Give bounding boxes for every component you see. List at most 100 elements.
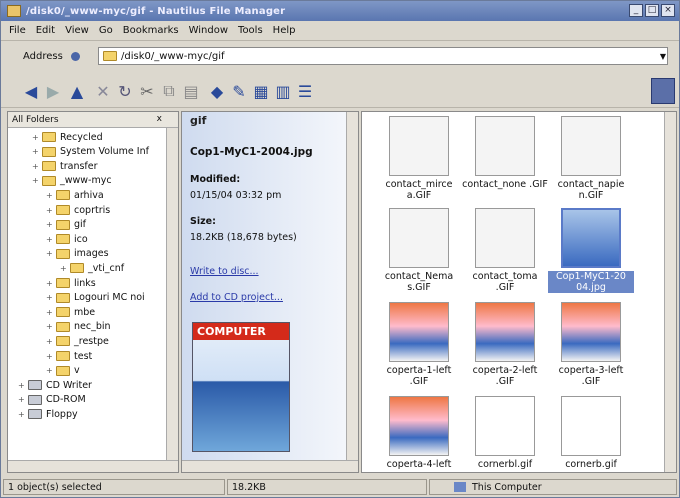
address-input[interactable]: /disk0/_www-myc/gif ▼ — [98, 47, 668, 65]
file-item[interactable]: contact_mirce a.GIF — [376, 116, 462, 201]
file-item[interactable]: coperta-1-left .GIF — [376, 302, 462, 387]
minimize-button[interactable]: _ — [629, 4, 643, 17]
expander-icon[interactable]: + — [18, 410, 26, 419]
menu-help[interactable]: Help — [269, 25, 302, 36]
title-bar[interactable]: /disk0/_www-myc/gif - Nautilus File Mana… — [1, 1, 679, 21]
menu-go[interactable]: Go — [95, 25, 119, 36]
expander-icon[interactable]: + — [32, 147, 40, 156]
expander-icon[interactable]: + — [18, 395, 26, 404]
file-info-panel: gif x Cop1-MyC1-2004.jpg Modified: 01/15… — [181, 111, 359, 473]
file-name-label: contact_mirce a.GIF — [385, 179, 453, 201]
expander-icon[interactable]: + — [46, 191, 54, 200]
tree-item-label: CD-ROM — [46, 394, 86, 406]
expander-icon[interactable]: + — [46, 337, 54, 346]
file-item[interactable]: coperta-3-left .GIF — [548, 302, 634, 387]
expander-icon[interactable]: + — [46, 206, 54, 215]
tree-item[interactable]: + _www-myc — [32, 174, 112, 188]
tree-item[interactable]: + transfer — [32, 159, 98, 173]
menu-edit[interactable]: Edit — [32, 25, 61, 36]
menu-file[interactable]: File — [5, 25, 32, 36]
preview-image: COMPUTER — [192, 322, 290, 452]
folder-icon — [70, 263, 84, 274]
file-name-label: Cop1-MyC1-20 04.jpg — [548, 271, 634, 293]
expander-icon[interactable]: + — [32, 176, 40, 185]
list-view-icon[interactable]: ☰ — [295, 80, 315, 102]
expander-icon[interactable]: + — [46, 308, 54, 317]
copy-icon[interactable]: ⧉ — [159, 80, 179, 102]
file-item[interactable]: contact_none .GIF — [462, 116, 548, 190]
reload-icon[interactable]: ↻ — [115, 80, 135, 102]
file-item[interactable]: contact_napie n.GIF — [548, 116, 634, 201]
files-vertical-scrollbar[interactable] — [664, 112, 676, 472]
delete-icon[interactable]: ◆ — [207, 80, 227, 102]
tree-horizontal-scrollbar[interactable] — [8, 460, 178, 472]
tree-item[interactable]: + mbe — [46, 305, 95, 319]
menu-bookmarks[interactable]: Bookmarks — [119, 25, 185, 36]
maximize-button[interactable]: □ — [645, 4, 659, 17]
expander-icon[interactable]: + — [46, 293, 54, 302]
expander-icon[interactable]: + — [46, 235, 54, 244]
folder-icon — [42, 161, 56, 172]
menu-view[interactable]: View — [61, 25, 95, 36]
back-icon[interactable]: ◀ — [21, 80, 41, 102]
menu-window[interactable]: Window — [185, 25, 234, 36]
expander-icon[interactable]: + — [46, 279, 54, 288]
tree-item[interactable]: + images — [46, 247, 109, 261]
close-button[interactable]: × — [661, 4, 675, 17]
tree-item[interactable]: + Recycled — [32, 130, 103, 144]
tree-item[interactable]: + arhiva — [46, 188, 104, 202]
menu-tools[interactable]: Tools — [234, 25, 269, 36]
status-bar: 1 object(s) selected 18.2KB This Compute… — [1, 477, 679, 497]
expander-icon[interactable]: + — [46, 249, 54, 258]
tree-item[interactable]: + v — [46, 364, 80, 378]
file-item[interactable]: cornerb.gif — [548, 396, 634, 470]
up-icon[interactable]: ▲ — [67, 80, 87, 102]
tree-item[interactable]: + nec_bin — [46, 320, 111, 334]
tree-item[interactable]: + _vti_cnf — [60, 261, 124, 275]
file-thumbnail — [475, 396, 535, 456]
add-to-cd-link[interactable]: Add to CD project... — [190, 292, 283, 303]
file-item[interactable]: coperta-4-left — [376, 396, 462, 470]
tree-item[interactable]: + links — [46, 276, 96, 290]
tree-vertical-scrollbar[interactable] — [166, 128, 178, 460]
expander-icon[interactable]: + — [46, 366, 54, 375]
file-item[interactable]: cornerbl.gif — [462, 396, 548, 470]
toolbar: ◀ ▶ ▲ ✕ ↻ ✂ ⧉ ▤ ◆ ✎ ▦ ▥ ☰ — [1, 74, 679, 108]
tree-item[interactable]: + ico — [46, 232, 88, 246]
stop-icon[interactable]: ✕ — [93, 80, 113, 102]
tree-item[interactable]: + _restpe — [46, 334, 109, 348]
info-vertical-scrollbar[interactable] — [346, 112, 358, 460]
tree-item[interactable]: + Logouri MC noi — [46, 291, 145, 305]
tree-item[interactable]: + System Volume Inf — [32, 145, 149, 159]
expander-icon[interactable]: + — [32, 133, 40, 142]
tree-item[interactable]: + CD-ROM — [18, 393, 86, 407]
file-item[interactable]: Cop1-MyC1-20 04.jpg — [548, 208, 634, 293]
expander-icon[interactable]: + — [46, 220, 54, 229]
expander-icon[interactable]: + — [46, 352, 54, 361]
columns-icon[interactable]: ▥ — [273, 80, 293, 102]
expander-icon[interactable]: + — [60, 264, 68, 273]
cut-icon[interactable]: ✂ — [137, 80, 157, 102]
address-value: /disk0/_www-myc/gif — [121, 50, 225, 62]
status-zone: This Computer — [429, 479, 677, 495]
info-horizontal-scrollbar[interactable] — [182, 460, 358, 472]
tree-item[interactable]: + CD Writer — [18, 378, 92, 392]
forward-icon[interactable]: ▶ — [43, 80, 63, 102]
expander-icon[interactable]: + — [18, 381, 26, 390]
file-item[interactable]: contact_toma .GIF — [462, 208, 548, 293]
tree-item[interactable]: + coprtris — [46, 203, 110, 217]
expander-icon[interactable]: + — [32, 162, 40, 171]
tree-item[interactable]: + Floppy — [18, 407, 78, 421]
tree-item[interactable]: + test — [46, 349, 92, 363]
file-item[interactable]: coperta-2-left .GIF — [462, 302, 548, 387]
properties-icon[interactable]: ✎ — [229, 80, 249, 102]
paste-icon[interactable]: ▤ — [181, 80, 201, 102]
tree-item[interactable]: + gif — [46, 218, 86, 232]
file-item[interactable]: contact_Nema s.GIF — [376, 208, 462, 293]
view-icon[interactable]: ▦ — [251, 80, 271, 102]
write-to-disc-link[interactable]: Write to disc... — [190, 266, 259, 277]
close-panel-button[interactable]: x — [157, 114, 162, 124]
expander-icon[interactable]: + — [46, 322, 54, 331]
chevron-down-icon[interactable]: ▼ — [660, 52, 666, 61]
file-thumbnail — [389, 396, 449, 456]
